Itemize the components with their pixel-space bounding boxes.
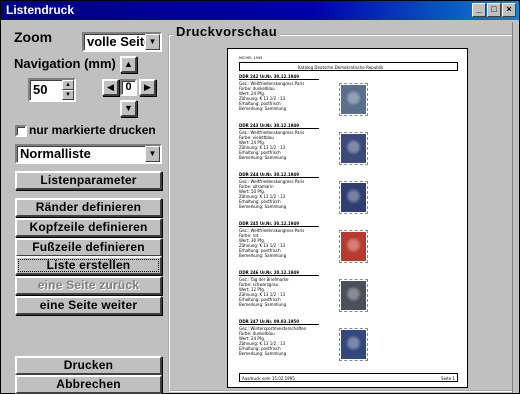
only-marked-label: nur markierte drucken <box>29 123 156 137</box>
navigation-step-input[interactable]: 50 ▲ ▼ <box>28 78 76 102</box>
stamp-picture <box>341 134 366 163</box>
entry-line: Bemerkung: Sammlung <box>239 204 287 209</box>
preview-entry: DDR 245 Ur.Nr. 30.12.1949 Gez.: Weltfried… <box>239 221 458 267</box>
spin-down-icon[interactable]: ▼ <box>62 90 74 100</box>
entry-line: Bemerkung: Sammlung <box>239 351 287 356</box>
page-footer-right: Seite 1 <box>441 376 455 381</box>
navigation-step-value: 50 <box>33 82 48 97</box>
stamp-picture <box>341 183 366 212</box>
entry-underline <box>239 128 319 129</box>
zoom-value: volle Seite <box>87 34 152 49</box>
define-footer-button[interactable]: Fußzeile definieren <box>15 238 162 257</box>
next-page-button[interactable]: eine Seite weiter <box>15 296 162 315</box>
nav-center-value: 0 <box>120 79 137 96</box>
print-preview-title: Druckvorschau <box>173 24 281 39</box>
zoom-label: Zoom <box>14 29 53 45</box>
stamp-picture <box>341 85 366 114</box>
page-header-title: Katalog Deutsche Demokratische Republik <box>298 65 384 70</box>
create-list-button[interactable]: Liste erstellen <box>15 256 162 275</box>
page-header-left: MICHEL 1995 <box>239 56 263 60</box>
title-buttons: _ □ × <box>472 3 516 17</box>
page-footer-left: Ausdruck vom 15.02.1995 <box>242 376 295 381</box>
only-marked-checkbox[interactable] <box>15 125 27 137</box>
arrow-up-icon: ▲ <box>124 59 133 69</box>
preview-entry: DDR 247 Ur.Nr. 09.03.1950 Gez.: Winterspo… <box>239 319 458 365</box>
entry-line: Bemerkung: Sammlung <box>239 106 287 111</box>
chevron-down-icon[interactable]: ▼ <box>145 34 160 50</box>
entry-underline <box>239 79 319 80</box>
minimize-button[interactable]: _ <box>472 3 486 17</box>
listendruck-window: Listendruck _ □ × Zoom volle Seite ▼ Nav… <box>0 0 520 394</box>
previous-page-button[interactable]: eine Seite zurück <box>15 276 162 295</box>
list-parameters-button[interactable]: Listenparameter <box>15 171 162 190</box>
entry-line: Bemerkung: Sammlung <box>239 155 287 160</box>
stamp-picture <box>341 232 366 261</box>
window-title: Listendruck <box>6 3 75 17</box>
chevron-down-icon[interactable]: ▼ <box>145 146 160 162</box>
page-header-box: Katalog Deutsche Demokratische Republik <box>239 62 458 71</box>
define-header-button[interactable]: Kopfzeile definieren <box>15 218 162 237</box>
maximize-button[interactable]: □ <box>487 3 501 17</box>
stamp-image <box>339 132 368 165</box>
stamp-image <box>339 328 368 361</box>
preview-entry: DDR 246 Ur.Nr. 20.12.1949 Gez.: Tag der B… <box>239 270 458 316</box>
nav-left-button[interactable]: ◀ <box>102 79 119 96</box>
stamp-image <box>339 230 368 263</box>
close-button[interactable]: × <box>502 3 516 17</box>
preview-page[interactable]: MICHEL 1995 Katalog Deutsche Demokratisc… <box>227 48 468 388</box>
stamp-picture <box>341 281 366 310</box>
preview-entry: DDR 244 Ur.Nr. 30.12.1949 Gez.: Weltfried… <box>239 172 458 218</box>
list-type-value: Normalliste <box>20 146 91 161</box>
stamp-image <box>339 83 368 116</box>
nav-up-button[interactable]: ▲ <box>120 56 137 73</box>
define-margins-button[interactable]: Ränder definieren <box>15 198 162 217</box>
entry-underline <box>239 275 319 276</box>
arrow-right-icon: ▶ <box>144 82 151 92</box>
stamp-image <box>339 181 368 214</box>
title-bar: Listendruck _ □ × <box>1 1 519 20</box>
stamp-image <box>339 279 368 312</box>
navigation-label: Navigation (mm) <box>14 56 116 71</box>
preview-entry: DDR 242 Ur.Nr. 30.12.1949 Gez.: Weltfried… <box>239 74 458 120</box>
arrow-down-icon: ▼ <box>124 103 133 113</box>
zoom-select[interactable]: volle Seite ▼ <box>82 32 162 52</box>
nav-right-button[interactable]: ▶ <box>139 79 156 96</box>
cancel-button[interactable]: Abbrechen <box>15 375 162 394</box>
stamp-picture <box>341 330 366 359</box>
preview-entry: DDR 243 Ur.Nr. 30.12.1949 Gez.: Weltfried… <box>239 123 458 169</box>
entry-underline <box>239 324 319 325</box>
list-type-select[interactable]: Normalliste ▼ <box>15 144 162 164</box>
page-footer-box: Ausdruck vom 15.02.1995 Seite 1 <box>239 373 458 382</box>
entry-line: Bemerkung: Sammlung <box>239 253 287 258</box>
spin-up-icon[interactable]: ▲ <box>62 80 74 90</box>
nav-down-button[interactable]: ▼ <box>120 100 137 117</box>
arrow-left-icon: ◀ <box>107 82 114 92</box>
entry-line: Bemerkung: Sammlung <box>239 302 287 307</box>
right-edge <box>512 22 519 393</box>
entry-underline <box>239 226 319 227</box>
print-button[interactable]: Drucken <box>15 356 162 375</box>
entry-underline <box>239 177 319 178</box>
